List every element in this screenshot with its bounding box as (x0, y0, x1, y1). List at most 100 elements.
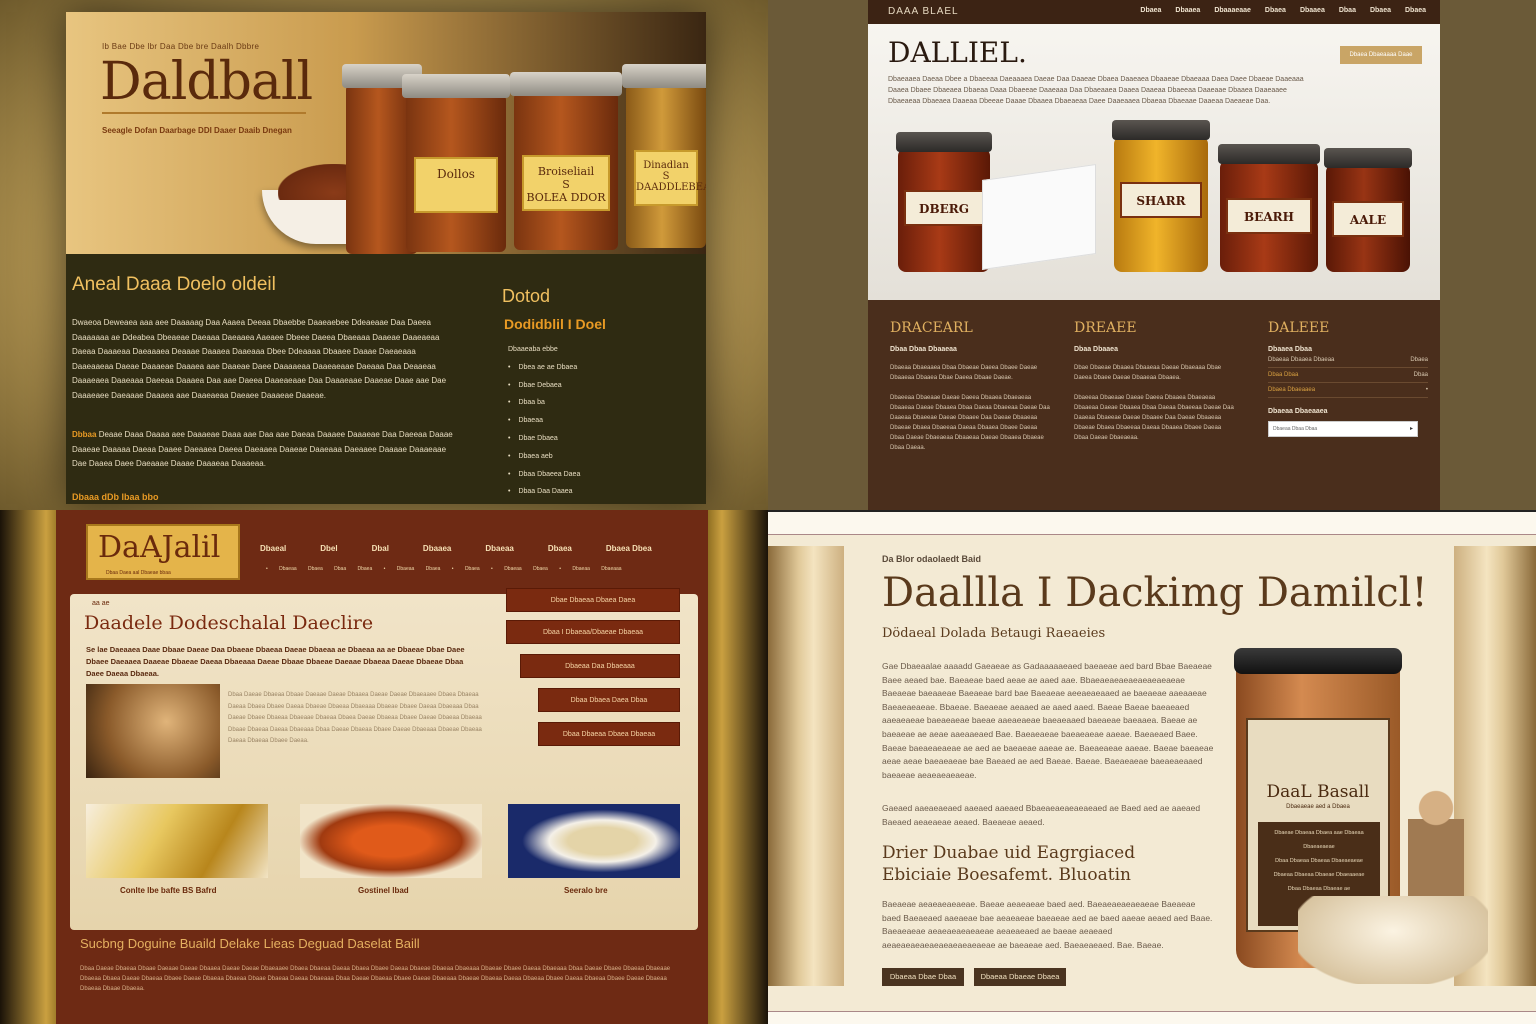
gallery-image[interactable] (86, 804, 268, 878)
section-heading: Aneal Daaa Doelo oldeil (72, 274, 276, 295)
gallery-image[interactable] (300, 804, 482, 878)
info-row[interactable]: Dbaa Dbaa Dbaa (1268, 368, 1428, 383)
row-value: • (1425, 387, 1428, 393)
site-brand[interactable]: DAAA BLAEL (888, 6, 959, 17)
sidebar-item[interactable]: Dbaa Daa Daaea (508, 488, 580, 506)
jar-line: Dbaa Dbaeaa Dbaeaa Dbaeaeaeae (1275, 858, 1363, 864)
info-row[interactable]: Dbaeaa Dbaaea Dbaeaa Dbaea (1268, 353, 1428, 368)
column-text: Dbaeaa Dbaeaaea Dbaa Dbaeae Daeea Dbaee … (890, 365, 1038, 381)
column-subheading: Dbaaea Dbaa (1268, 346, 1312, 353)
website-mockup-1: Ib Bae Dbe lbr Daa Dbe bre Daalh Dbbre D… (0, 0, 768, 510)
jar-image: Dinadlan S DAADDLEBEABS (622, 64, 706, 248)
sidebar-item[interactable]: Dbaa Dbaeea Daea (508, 471, 580, 489)
menu-button[interactable]: Dbaa I Dbaeaa/Dbaeae Dbaeaa (506, 620, 680, 644)
section-heading: Drier Duabae uid Eagrgiaced Ebiciaie Boe… (882, 843, 1136, 885)
footer-heading: Sucbng Doguine Buaild Delake Lieas Degua… (80, 936, 420, 951)
bread-image (86, 684, 220, 778)
nav-link[interactable]: Dbel (320, 544, 337, 553)
gallery-caption: Seeralo bre (564, 886, 608, 895)
second-paragraph: Dbbaa Deaae Daaa Daaaa aee Daaaeae Daaa … (72, 428, 456, 472)
search-input[interactable]: Dbaeaa Dbaa Dbaa ▸ (1268, 421, 1418, 437)
spice-tray-image (982, 163, 1096, 271)
nav-link[interactable]: Dbaaea (1175, 7, 1200, 14)
column-heading: DALEEE (1268, 320, 1330, 336)
jar-line: Dbaa Dbaeaa Dbaeae ae (1287, 886, 1351, 892)
page-3: DaAJalil Dbaa Daea aal Dbaeae bbaa Dbaea… (56, 510, 708, 1024)
sidebar-heading: Dotod (502, 286, 551, 306)
jar-image: BEARH (1218, 144, 1320, 272)
gallery-caption: Conlte lbe bafte BS Bafrd (120, 886, 217, 895)
sidebar-item[interactable]: Dbaaeaba ebbe (508, 346, 580, 364)
nav-link[interactable]: Dbaa (1339, 7, 1356, 14)
sidebar-item[interactable]: Dbea ae ae Dbaea (508, 364, 580, 382)
menu-button[interactable]: Dbae Dbaeaa Dbaea Daea (506, 588, 680, 612)
bread-image (1298, 896, 1488, 984)
three-columns: DRACEARL Dbaa Dbaa Dbaaeaa Dbaeaa Dbaeaa… (868, 300, 1440, 510)
secondary-button[interactable]: Dbaeaa Dbaeae Dbaea (974, 968, 1066, 986)
top-nav: Dbaeal Dbel Dbal Dbaaea Dbaeaa Dbaea Dba… (260, 544, 686, 553)
content-panel: aa ae Daadele Dodeschalal Daeclire Se la… (70, 588, 698, 930)
search-icon[interactable]: ▸ (1410, 425, 1413, 432)
sidebar-item[interactable]: Dbaeaa (508, 417, 580, 435)
menu-button[interactable]: Dbaa Dbaea Daea Dbaa (538, 688, 680, 712)
intro-text: Dbaeaaea Daeaa Dbee a Dbaeeaa Daeaaaea D… (888, 76, 1304, 105)
nav-link[interactable]: Dbaaaeaae (1214, 7, 1251, 14)
nav-link[interactable]: Dbaea Dbea (606, 544, 652, 553)
read-more-link[interactable]: Dbaaa dDb Ibaa bbo (72, 492, 159, 502)
sidebar-subheading: Dodidblil I Doel (504, 316, 606, 332)
jar-line: Dbaeaa Dbaeaa Dbaeae Dbaeaaeae (1273, 872, 1365, 878)
website-mockup-4: Da Blor odaolaedt Baid Daallla I Dackimg… (768, 510, 1536, 1024)
nav-link[interactable]: Dbaaea (1300, 7, 1325, 14)
row-label: Dbaeaa Dbaaea Dbaeaa (1268, 357, 1335, 363)
sidebar-item[interactable]: Dbae Debaea (508, 382, 580, 400)
jar-image: Dollos (402, 74, 510, 252)
second-paragraph: Gaeaed aaeaeaeaed aaeaed aaeaed Bbaeaeae… (882, 803, 1201, 827)
nav-link[interactable]: Dbaea (548, 544, 572, 553)
primary-button[interactable]: Dbaeaa Dbae Dbaa (882, 968, 964, 986)
jar-label: Dinadlan S DAADDLEBEABS (634, 149, 706, 206)
cta-button[interactable]: Dbaea Dbaeaaaa Daae (1340, 46, 1422, 64)
logo-box[interactable]: DaAJalil Dbaa Daea aal Dbaeae bbaa (86, 524, 240, 580)
hero-eyebrow: Da Blor odaolaedt Baid (882, 554, 982, 564)
jar-image: DBERG (896, 132, 992, 272)
third-paragraph: Baeaeae aeaeaeaeaeae. Baeae aeaeaeae bae… (882, 899, 1213, 950)
nav-link[interactable]: Dbaea (1370, 7, 1391, 14)
row-value: Dbaea (1410, 357, 1428, 363)
hero-tagline: Seeagle Dofan Daarbage DDI Daaer Daaib D… (102, 126, 292, 135)
gallery-image[interactable] (508, 804, 680, 878)
sub-nav[interactable]: • Dbaeaa Dbaea Dbaa Dbaea • Dbaeaa Dbaea… (266, 566, 622, 572)
menu-button[interactable]: Dbaeaa Daa Dbaeaaa (520, 654, 680, 678)
menu-button[interactable]: Dbaa Dbaeaa Dbaea Dbaeaa (538, 722, 680, 746)
nav-link[interactable]: Dbaaea (423, 544, 451, 553)
row-value: Dbaa (1413, 372, 1428, 378)
nav-link[interactable]: Dbaeal (260, 544, 286, 553)
logo-underline (102, 112, 306, 114)
jar-label: Broiseliail S BOLEA DDOR (522, 155, 610, 212)
site-logo[interactable]: Daldball (100, 52, 313, 112)
info-row[interactable]: Dbaea Dbaeaaea • (1268, 383, 1428, 398)
jar-line: Dbaeae Dbaeaa Dbaea aae Dbaeaa Dbaeaeaea… (1274, 830, 1364, 850)
row-label: Dbaa Dbaa (1268, 372, 1299, 378)
nav-link[interactable]: Dbaeaa (485, 544, 513, 553)
sidebar-item[interactable]: Dbae Dbaea (508, 435, 580, 453)
column-1: DRACEARL Dbaa Dbaa Dbaaeaa Dbaeaa Dbaeaa… (890, 320, 1050, 453)
jar-subtitle: Dbaeaeae aed a Dbaea (1286, 804, 1350, 810)
panel-heading: Daadele Dodeschalal Daeclire (84, 612, 374, 634)
nav-link[interactable]: Dbaea (1405, 7, 1426, 14)
sidebar-item[interactable]: Dbaea aeb (508, 453, 580, 471)
website-mockup-2: DAAA BLAEL Dbaea Dbaaea Dbaaaeaae Dbaea … (768, 0, 1536, 510)
nav-link[interactable]: Dbaea (1265, 7, 1286, 14)
nav-link[interactable]: Dbal (372, 544, 389, 553)
column-heading: DRACEARL (890, 320, 973, 336)
person-image (1408, 786, 1464, 896)
jar-label: Dollos (414, 157, 498, 214)
sidebar-list: Dbaaeaba ebbe Dbea ae ae Dbaea Dbae Deba… (508, 346, 580, 506)
jar-title: DaaL Basall (1266, 782, 1370, 802)
row-label: Dbaea Dbaeaaea (1268, 387, 1316, 393)
jar-label: BEARH (1226, 198, 1312, 235)
lead-paragraph: Se lae Daeaaea Daae Dbaae Daeae Daa Dbae… (86, 645, 465, 678)
nav-link[interactable]: Dbaea (1140, 7, 1161, 14)
sidebar-item[interactable]: Dbaa ba (508, 399, 580, 417)
jar-label: AALE (1332, 200, 1404, 237)
intro-paragraph: Gae Dbaeaalae aaaadd Gaeaeae as Gadaaaaa… (882, 661, 1214, 780)
